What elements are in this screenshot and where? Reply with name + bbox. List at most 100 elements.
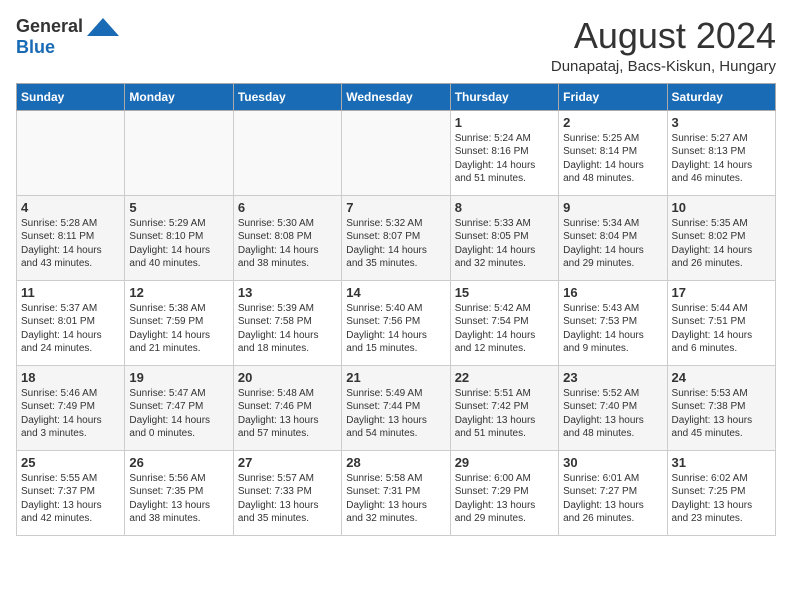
cell-content: Sunrise: 5:52 AM Sunset: 7:40 PM Dayligh… — [563, 387, 662, 441]
cell-content: Sunrise: 5:57 AM Sunset: 7:33 PM Dayligh… — [238, 472, 337, 526]
calendar-cell: 5 Sunrise: 5:29 AM Sunset: 8:10 PM Daylig… — [125, 195, 233, 280]
day-number: 18 — [21, 370, 120, 385]
calendar-cell: 4 Sunrise: 5:28 AM Sunset: 8:11 PM Daylig… — [17, 195, 125, 280]
day-number: 2 — [563, 115, 662, 130]
day-number: 30 — [563, 455, 662, 470]
cell-content: Sunrise: 5:29 AM Sunset: 8:10 PM Dayligh… — [129, 217, 228, 271]
col-header-saturday: Saturday — [667, 83, 775, 110]
col-header-sunday: Sunday — [17, 83, 125, 110]
calendar-cell: 17Sunrise: 5:44 AM Sunset: 7:51 PM Dayli… — [667, 280, 775, 365]
day-number: 20 — [238, 370, 337, 385]
calendar-cell: 10 Sunrise: 5:35 AM Sunset: 8:02 PM Dayli… — [667, 195, 775, 280]
cell-content: Sunrise: 5:37 AM Sunset: 8:01 PM Dayligh… — [21, 302, 120, 356]
calendar-cell: 16 Sunrise: 5:43 AM Sunset: 7:53 PM Dayli… — [559, 280, 667, 365]
day-number: 8 — [455, 200, 554, 215]
calendar-cell: 22 Sunrise: 5:51 AM Sunset: 7:42 PM Dayli… — [450, 365, 558, 450]
calendar-cell: 30 Sunrise: 6:01 AM Sunset: 7:27 PM Dayli… — [559, 450, 667, 535]
calendar-cell: 26 Sunrise: 5:56 AM Sunset: 7:35 PM Dayli… — [125, 450, 233, 535]
cell-content: Sunrise: 5:28 AM Sunset: 8:11 PM Dayligh… — [21, 217, 120, 271]
col-header-tuesday: Tuesday — [233, 83, 341, 110]
cell-content: Sunrise: 5:34 AM Sunset: 8:04 PM Dayligh… — [563, 217, 662, 271]
logo-icon — [87, 18, 119, 36]
day-number: 4 — [21, 200, 120, 215]
day-number: 5 — [129, 200, 228, 215]
cell-content: Sunrise: 5:24 AM Sunset: 8:16 PM Dayligh… — [455, 132, 554, 186]
cell-content: Sunrise: 5:32 AM Sunset: 8:07 PM Dayligh… — [346, 217, 445, 271]
calendar-cell: 15Sunrise: 5:42 AM Sunset: 7:54 PM Dayli… — [450, 280, 558, 365]
calendar-cell: 25 Sunrise: 5:55 AM Sunset: 7:37 PM Dayli… — [17, 450, 125, 535]
cell-content: Sunrise: 5:58 AM Sunset: 7:31 PM Dayligh… — [346, 472, 445, 526]
calendar-cell — [342, 110, 450, 195]
cell-content: Sunrise: 5:56 AM Sunset: 7:35 PM Dayligh… — [129, 472, 228, 526]
calendar-cell: 6Sunrise: 5:30 AM Sunset: 8:08 PM Daylig… — [233, 195, 341, 280]
calendar-cell: 24Sunrise: 5:53 AM Sunset: 7:38 PM Dayli… — [667, 365, 775, 450]
week-row-5: 25 Sunrise: 5:55 AM Sunset: 7:37 PM Dayli… — [17, 450, 776, 535]
calendar-cell: 3 Sunrise: 5:27 AM Sunset: 8:13 PM Daylig… — [667, 110, 775, 195]
calendar-cell: 20 Sunrise: 5:48 AM Sunset: 7:46 PM Dayli… — [233, 365, 341, 450]
calendar-cell — [125, 110, 233, 195]
day-number: 21 — [346, 370, 445, 385]
cell-content: Sunrise: 5:39 AM Sunset: 7:58 PM Dayligh… — [238, 302, 337, 356]
logo-blue-text: Blue — [16, 37, 55, 58]
calendar-cell: 28Sunrise: 5:58 AM Sunset: 7:31 PM Dayli… — [342, 450, 450, 535]
cell-content: Sunrise: 5:48 AM Sunset: 7:46 PM Dayligh… — [238, 387, 337, 441]
day-number: 3 — [672, 115, 771, 130]
calendar-cell: 14Sunrise: 5:40 AM Sunset: 7:56 PM Dayli… — [342, 280, 450, 365]
col-header-monday: Monday — [125, 83, 233, 110]
day-number: 15 — [455, 285, 554, 300]
calendar-cell: 8 Sunrise: 5:33 AM Sunset: 8:05 PM Daylig… — [450, 195, 558, 280]
cell-content: Sunrise: 6:02 AM Sunset: 7:25 PM Dayligh… — [672, 472, 771, 526]
day-number: 6 — [238, 200, 337, 215]
page-header: General Blue August 2024 Dunapataj, Bacs… — [16, 16, 776, 75]
calendar-cell: 31 Sunrise: 6:02 AM Sunset: 7:25 PM Dayli… — [667, 450, 775, 535]
cell-content: Sunrise: 5:55 AM Sunset: 7:37 PM Dayligh… — [21, 472, 120, 526]
calendar-cell: 19Sunrise: 5:47 AM Sunset: 7:47 PM Dayli… — [125, 365, 233, 450]
cell-content: Sunrise: 5:27 AM Sunset: 8:13 PM Dayligh… — [672, 132, 771, 186]
cell-content: Sunrise: 5:43 AM Sunset: 7:53 PM Dayligh… — [563, 302, 662, 356]
cell-content: Sunrise: 5:47 AM Sunset: 7:47 PM Dayligh… — [129, 387, 228, 441]
day-number: 11 — [21, 285, 120, 300]
calendar-cell: 1 Sunrise: 5:24 AM Sunset: 8:16 PM Daylig… — [450, 110, 558, 195]
cell-content: Sunrise: 5:51 AM Sunset: 7:42 PM Dayligh… — [455, 387, 554, 441]
col-header-thursday: Thursday — [450, 83, 558, 110]
location-title: Dunapataj, Bacs-Kiskun, Hungary — [551, 58, 776, 75]
logo: General Blue — [16, 16, 119, 58]
calendar-cell — [17, 110, 125, 195]
day-number: 22 — [455, 370, 554, 385]
calendar-cell: 27Sunrise: 5:57 AM Sunset: 7:33 PM Dayli… — [233, 450, 341, 535]
col-header-friday: Friday — [559, 83, 667, 110]
calendar-cell — [233, 110, 341, 195]
day-number: 26 — [129, 455, 228, 470]
week-row-1: 1 Sunrise: 5:24 AM Sunset: 8:16 PM Daylig… — [17, 110, 776, 195]
calendar-cell: 7Sunrise: 5:32 AM Sunset: 8:07 PM Daylig… — [342, 195, 450, 280]
cell-content: Sunrise: 6:01 AM Sunset: 7:27 PM Dayligh… — [563, 472, 662, 526]
header-row: SundayMondayTuesdayWednesdayThursdayFrid… — [17, 83, 776, 110]
calendar-cell: 23 Sunrise: 5:52 AM Sunset: 7:40 PM Dayli… — [559, 365, 667, 450]
calendar-cell: 29 Sunrise: 6:00 AM Sunset: 7:29 PM Dayli… — [450, 450, 558, 535]
cell-content: Sunrise: 5:33 AM Sunset: 8:05 PM Dayligh… — [455, 217, 554, 271]
month-title: August 2024 — [551, 16, 776, 56]
day-number: 31 — [672, 455, 771, 470]
calendar-cell: 11 Sunrise: 5:37 AM Sunset: 8:01 PM Dayli… — [17, 280, 125, 365]
week-row-2: 4 Sunrise: 5:28 AM Sunset: 8:11 PM Daylig… — [17, 195, 776, 280]
cell-content: Sunrise: 5:35 AM Sunset: 8:02 PM Dayligh… — [672, 217, 771, 271]
day-number: 23 — [563, 370, 662, 385]
cell-content: Sunrise: 6:00 AM Sunset: 7:29 PM Dayligh… — [455, 472, 554, 526]
calendar-cell: 12 Sunrise: 5:38 AM Sunset: 7:59 PM Dayli… — [125, 280, 233, 365]
cell-content: Sunrise: 5:38 AM Sunset: 7:59 PM Dayligh… — [129, 302, 228, 356]
day-number: 17 — [672, 285, 771, 300]
day-number: 12 — [129, 285, 228, 300]
day-number: 25 — [21, 455, 120, 470]
day-number: 10 — [672, 200, 771, 215]
day-number: 9 — [563, 200, 662, 215]
day-number: 29 — [455, 455, 554, 470]
day-number: 16 — [563, 285, 662, 300]
calendar-cell: 21Sunrise: 5:49 AM Sunset: 7:44 PM Dayli… — [342, 365, 450, 450]
calendar-cell: 18 Sunrise: 5:46 AM Sunset: 7:49 PM Dayli… — [17, 365, 125, 450]
col-header-wednesday: Wednesday — [342, 83, 450, 110]
calendar-cell: 2Sunrise: 5:25 AM Sunset: 8:14 PM Daylig… — [559, 110, 667, 195]
week-row-3: 11 Sunrise: 5:37 AM Sunset: 8:01 PM Dayli… — [17, 280, 776, 365]
cell-content: Sunrise: 5:46 AM Sunset: 7:49 PM Dayligh… — [21, 387, 120, 441]
day-number: 1 — [455, 115, 554, 130]
week-row-4: 18 Sunrise: 5:46 AM Sunset: 7:49 PM Dayli… — [17, 365, 776, 450]
